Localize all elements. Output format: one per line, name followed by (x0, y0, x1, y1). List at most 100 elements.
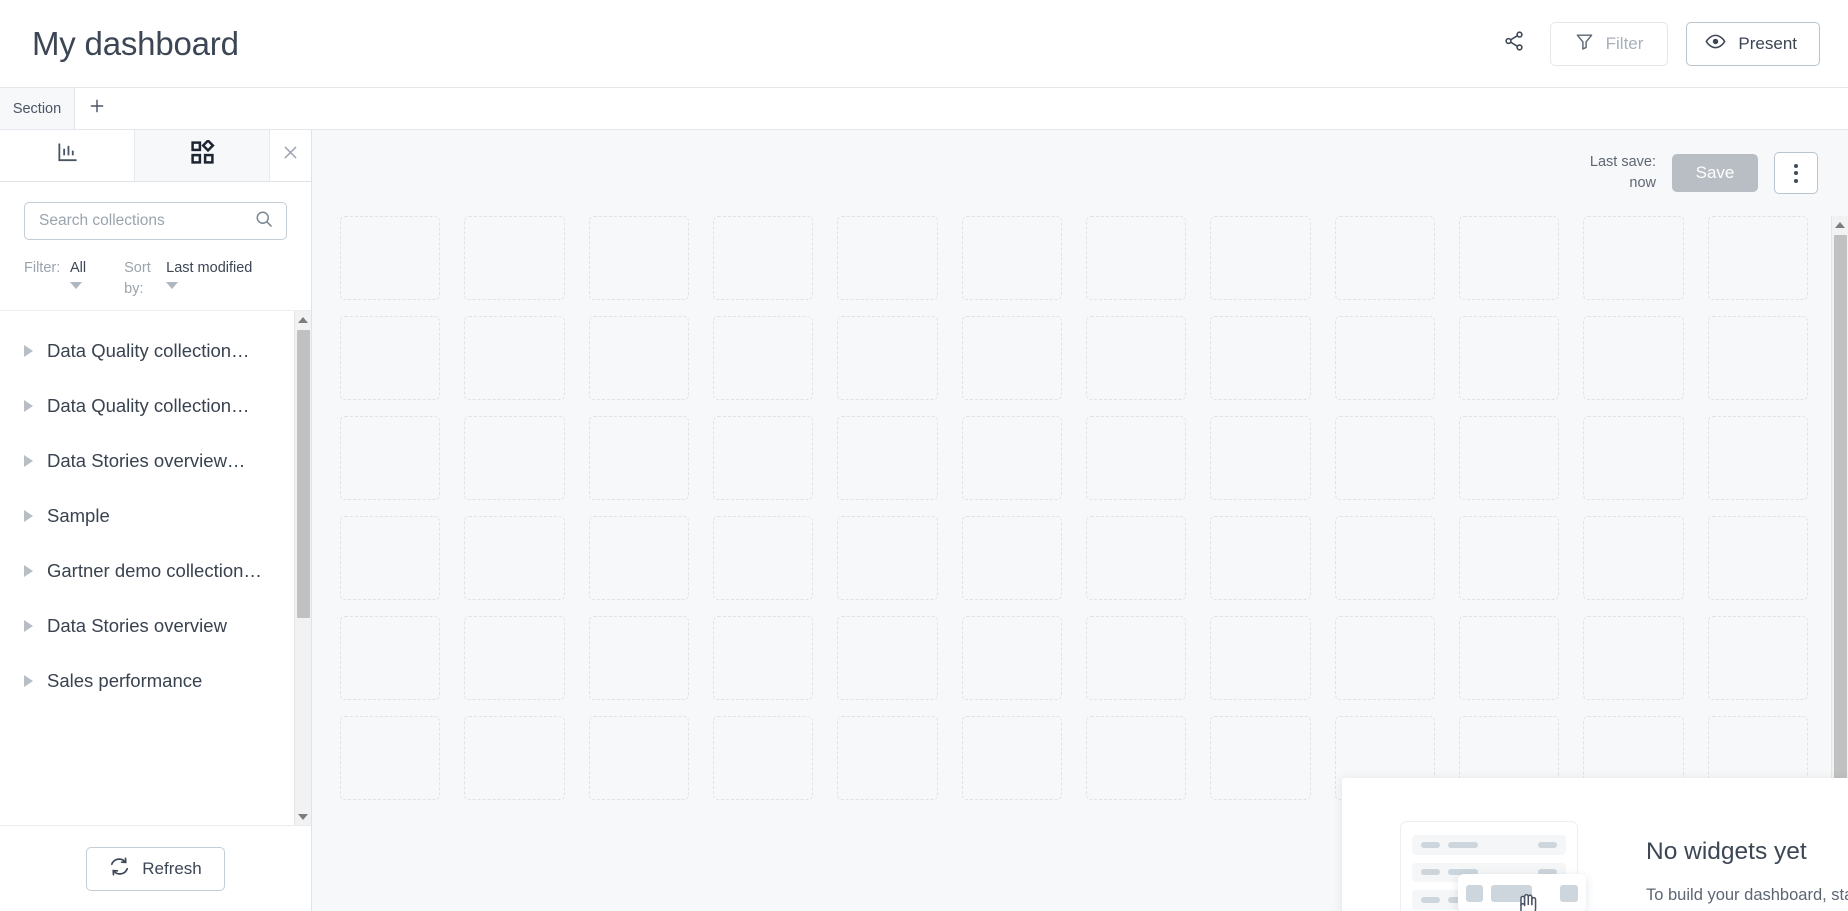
grid-placeholder-cell[interactable] (1583, 316, 1684, 400)
filter-button[interactable]: Filter (1549, 21, 1669, 66)
grid-placeholder-cell[interactable] (1210, 716, 1311, 800)
grid-placeholder-cell[interactable] (961, 316, 1062, 400)
sidebar-scrollbar[interactable] (294, 311, 311, 825)
grid-placeholder-cell[interactable] (837, 416, 938, 500)
grid-placeholder-cell[interactable] (713, 316, 814, 400)
list-item[interactable]: Data Quality collection… (0, 378, 311, 433)
expand-triangle-icon[interactable] (24, 619, 33, 632)
grid-placeholder-cell[interactable] (1334, 516, 1435, 600)
scroll-up-button[interactable] (295, 311, 312, 328)
grid-placeholder-cell[interactable] (588, 616, 689, 700)
grid-placeholder-cell[interactable] (837, 716, 938, 800)
save-button[interactable]: Save (1672, 154, 1758, 192)
grid-placeholder-cell[interactable] (340, 316, 441, 400)
grid-placeholder-cell[interactable] (1459, 516, 1560, 600)
scroll-up-button[interactable] (1832, 216, 1848, 233)
grid-placeholder-cell[interactable] (1707, 216, 1808, 300)
sort-control[interactable]: Sort by: Last modified (124, 258, 252, 300)
expand-triangle-icon[interactable] (24, 454, 33, 467)
filter-control[interactable]: Filter: All (24, 258, 86, 300)
grid-placeholder-cell[interactable] (1459, 616, 1560, 700)
list-item[interactable]: Gartner demo collection… (0, 543, 311, 598)
grid-placeholder-cell[interactable] (1707, 616, 1808, 700)
list-item[interactable]: Data Stories overview (0, 598, 311, 653)
list-item[interactable]: Data Quality collection… (0, 323, 311, 378)
close-panel-button[interactable] (270, 130, 311, 181)
present-button[interactable]: Present (1686, 21, 1820, 66)
grid-placeholder-cell[interactable] (961, 716, 1062, 800)
refresh-button[interactable]: Refresh (86, 846, 225, 891)
grid-placeholder-cell[interactable] (340, 616, 441, 700)
grid-placeholder-cell[interactable] (1334, 616, 1435, 700)
grid-placeholder-cell[interactable] (837, 216, 938, 300)
grid-placeholder-cell[interactable] (464, 316, 565, 400)
grid-placeholder-cell[interactable] (1086, 316, 1187, 400)
grid-placeholder-cell[interactable] (1459, 416, 1560, 500)
grid-placeholder-cell[interactable] (837, 316, 938, 400)
section-tab[interactable]: Section (0, 88, 75, 129)
grid-placeholder-cell[interactable] (588, 516, 689, 600)
grid-placeholder-cell[interactable] (464, 716, 565, 800)
search-input[interactable] (39, 212, 254, 230)
filter-value-wrap[interactable]: All (70, 258, 86, 290)
grid-placeholder-cell[interactable] (1583, 616, 1684, 700)
grid-placeholder-cell[interactable] (1210, 216, 1311, 300)
grid-placeholder-cell[interactable] (588, 216, 689, 300)
grid-placeholder-cell[interactable] (340, 516, 441, 600)
grid-placeholder-cell[interactable] (837, 616, 938, 700)
grid-placeholder-cell[interactable] (713, 216, 814, 300)
grid-placeholder-cell[interactable] (1210, 516, 1311, 600)
grid-placeholder-cell[interactable] (837, 516, 938, 600)
grid-placeholder-cell[interactable] (1210, 616, 1311, 700)
grid-placeholder-cell[interactable] (464, 516, 565, 600)
scrollbar-thumb[interactable] (296, 330, 310, 619)
expand-triangle-icon[interactable] (24, 509, 33, 522)
grid-placeholder-cell[interactable] (1334, 216, 1435, 300)
share-button[interactable] (1496, 26, 1532, 62)
list-item[interactable]: Sample (0, 488, 311, 543)
grid-placeholder-cell[interactable] (340, 716, 441, 800)
add-section-button[interactable] (75, 88, 119, 129)
grid-placeholder-cell[interactable] (464, 416, 565, 500)
expand-triangle-icon[interactable] (24, 344, 33, 357)
more-options-button[interactable] (1774, 152, 1818, 194)
grid-placeholder-cell[interactable] (1086, 416, 1187, 500)
scrollbar-track[interactable] (295, 618, 311, 808)
grid-placeholder-cell[interactable] (1086, 616, 1187, 700)
grid-placeholder-cell[interactable] (961, 416, 1062, 500)
grid-placeholder-cell[interactable] (1707, 416, 1808, 500)
tab-widgets[interactable] (135, 130, 270, 181)
grid-placeholder-cell[interactable] (464, 616, 565, 700)
expand-triangle-icon[interactable] (24, 399, 33, 412)
grid-placeholder-cell[interactable] (1210, 416, 1311, 500)
grid-placeholder-cell[interactable] (1210, 316, 1311, 400)
grid-placeholder-cell[interactable] (1459, 216, 1560, 300)
expand-triangle-icon[interactable] (24, 564, 33, 577)
tab-visualizations[interactable] (0, 130, 135, 181)
grid-placeholder-cell[interactable] (1583, 516, 1684, 600)
grid-placeholder-cell[interactable] (1334, 416, 1435, 500)
grid-placeholder-cell[interactable] (961, 216, 1062, 300)
grid-placeholder-cell[interactable] (961, 616, 1062, 700)
grid-placeholder-cell[interactable] (713, 516, 814, 600)
grid-placeholder-cell[interactable] (1707, 516, 1808, 600)
grid-placeholder-cell[interactable] (588, 716, 689, 800)
grid-placeholder-cell[interactable] (1707, 316, 1808, 400)
grid-placeholder-cell[interactable] (961, 516, 1062, 600)
expand-triangle-icon[interactable] (24, 674, 33, 687)
grid-placeholder-cell[interactable] (340, 416, 441, 500)
grid-placeholder-cell[interactable] (1086, 516, 1187, 600)
grid-placeholder-cell[interactable] (1086, 216, 1187, 300)
search-icon[interactable] (254, 209, 274, 234)
sort-value-wrap[interactable]: Last modified (166, 258, 252, 290)
grid-placeholder-cell[interactable] (1583, 416, 1684, 500)
grid-placeholder-cell[interactable] (588, 416, 689, 500)
grid-placeholder-cell[interactable] (1334, 316, 1435, 400)
grid-placeholder-cell[interactable] (340, 216, 441, 300)
grid-placeholder-cell[interactable] (713, 616, 814, 700)
scroll-down-button[interactable] (295, 808, 312, 825)
list-item[interactable]: Sales performance (0, 653, 311, 708)
grid-placeholder-cell[interactable] (1459, 316, 1560, 400)
grid-placeholder-cell[interactable] (464, 216, 565, 300)
grid-placeholder-cell[interactable] (588, 316, 689, 400)
